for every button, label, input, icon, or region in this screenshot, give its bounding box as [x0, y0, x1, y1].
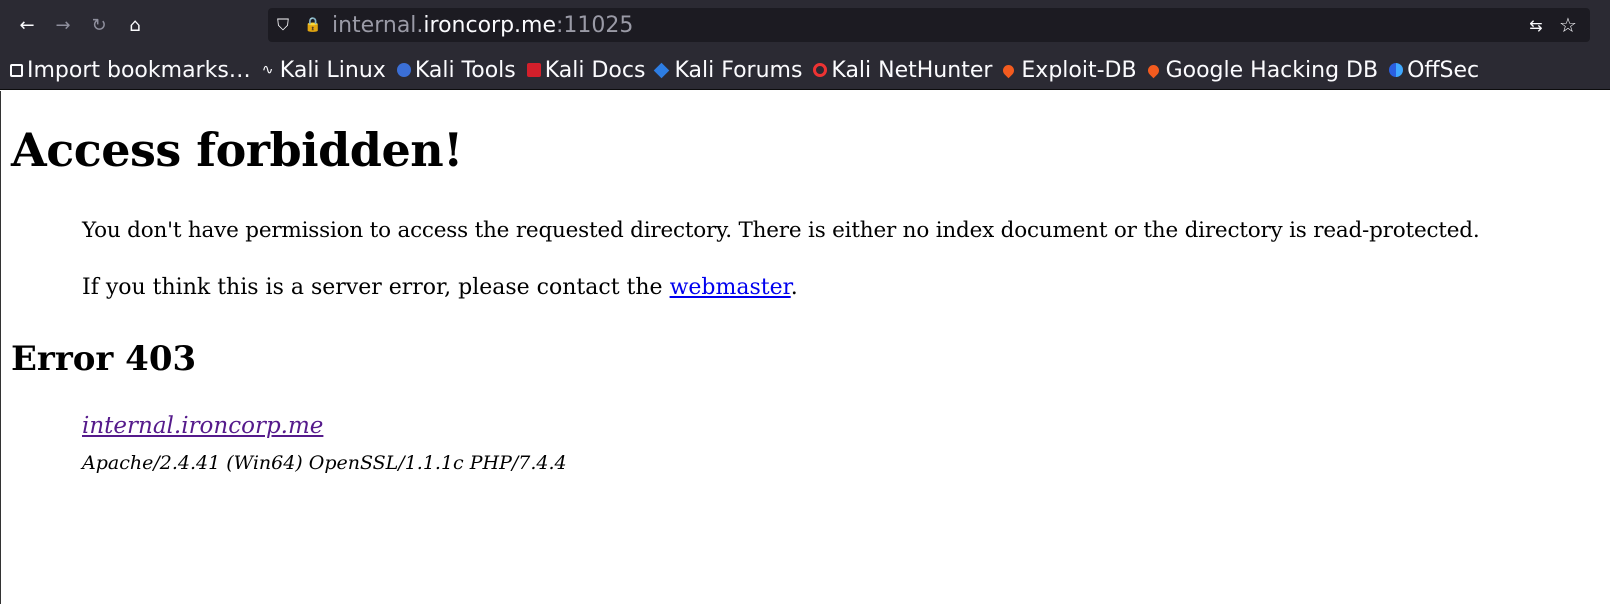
url-actions: ⇆ ☆ [1520, 8, 1584, 42]
kali-docs-icon [526, 63, 541, 77]
bookmark-label: Google Hacking DB [1165, 57, 1379, 83]
translate-icon[interactable]: ⇆ [1520, 8, 1552, 42]
bookmark-label: Kali Linux [279, 57, 386, 83]
back-icon[interactable]: ← [10, 9, 44, 43]
forward-icon[interactable]: → [46, 9, 80, 43]
bookmark-import[interactable]: Import bookmarks… [10, 58, 251, 83]
lock-icon[interactable]: 🔒 [298, 8, 328, 42]
bookmark-kali-forums[interactable]: Kali Forums [654, 57, 803, 83]
bookmark-label: Kali Docs [544, 57, 646, 83]
exploit-db-icon [1001, 62, 1017, 78]
url-host: ironcorp.me [423, 12, 557, 38]
bookmarks-toolbar: Import bookmarks… ∿ Kali Linux Kali Tool… [0, 51, 1610, 90]
bookmark-offsec[interactable]: OffSec [1389, 58, 1479, 83]
forbidden-message: You don't have permission to access the … [82, 218, 1480, 243]
page-title: Access forbidden! [11, 123, 463, 177]
kali-forums-icon [654, 62, 670, 78]
offsec-icon [1389, 63, 1404, 77]
webmaster-link[interactable]: webmaster [670, 275, 791, 300]
bookmark-kali-docs[interactable]: Kali Docs [526, 57, 646, 83]
bookmark-kali-tools[interactable]: Kali Tools [396, 57, 516, 83]
error-code-heading: Error 403 [11, 339, 197, 379]
address-bar[interactable]: ⛉ 🔒 internal.ironcorp.me:11025 ⇆ ☆ [268, 8, 1590, 42]
url-port: :11025 [556, 12, 634, 38]
kali-dragon-icon: ∿ [261, 62, 274, 78]
star-icon[interactable]: ☆ [1552, 8, 1584, 42]
bookmark-label: OffSec [1407, 57, 1480, 83]
bookmark-google-hacking-db[interactable]: Google Hacking DB [1145, 57, 1379, 83]
reload-icon[interactable]: ↻ [82, 9, 116, 43]
bookmark-kali-linux[interactable]: ∿ Kali Linux [262, 58, 386, 83]
contact-text: If you think this is a server error, ple… [82, 275, 670, 300]
nav-buttons: ← → ↻ ⌂ [8, 9, 152, 43]
page-content: Access forbidden! You don't have permiss… [0, 91, 1610, 604]
contact-period: . [790, 275, 798, 300]
server-signature: Apache/2.4.41 (Win64) OpenSSL/1.1.1c PHP… [82, 452, 567, 474]
url-text[interactable]: internal.ironcorp.me:11025 [332, 13, 633, 38]
bookmark-kali-nethunter[interactable]: Kali NetHunter [813, 58, 992, 83]
bookmark-label: Kali Forums [674, 57, 803, 83]
bookmark-label: Exploit-DB [1021, 57, 1137, 83]
browser-toolbar: ← → ↻ ⌂ ⛉ 🔒 internal.ironcorp.me:11025 ⇆… [0, 0, 1610, 51]
bookmark-label: Kali Tools [414, 57, 516, 83]
kali-tools-icon [396, 63, 411, 77]
nethunter-icon [813, 63, 828, 77]
import-icon [10, 63, 23, 77]
url-prefix: internal. [332, 12, 424, 38]
bookmark-label: Import bookmarks… [27, 57, 251, 83]
contact-message: If you think this is a server error, ple… [82, 275, 798, 300]
home-icon[interactable]: ⌂ [118, 9, 152, 43]
shield-icon[interactable]: ⛉ [268, 8, 298, 42]
bookmark-exploit-db[interactable]: Exploit-DB [1001, 57, 1137, 83]
server-host-link[interactable]: internal.ironcorp.me [82, 413, 323, 439]
ghdb-icon [1145, 62, 1161, 78]
bookmark-label: Kali NetHunter [831, 57, 993, 83]
